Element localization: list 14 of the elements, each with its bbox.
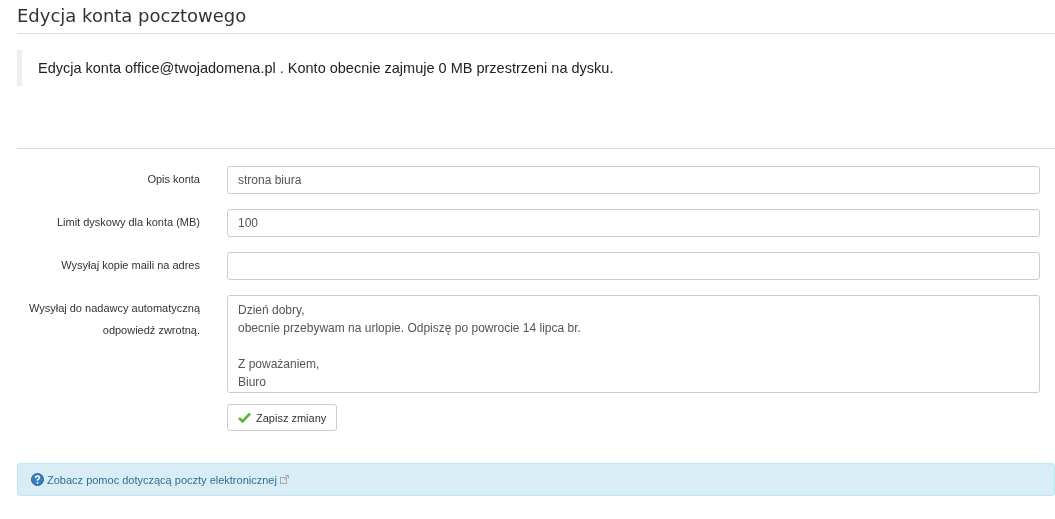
help-link[interactable]: Zobacz pomoc dotyczącą poczty elektronicznej — [47, 473, 277, 486]
external-link-icon — [279, 475, 289, 484]
input-field[interactable]: strona biura — [227, 166, 1040, 194]
check-icon — [238, 412, 251, 423]
notice-text: Edycja konta office@twojadomena.pl . Konto obecnie zajmuje 0 MB przestrzeni na dysku. — [38, 60, 614, 76]
field-label: Limit dyskowy dla konta (MB) — [55, 215, 200, 230]
field-label: Wysyłaj do nadawcy automatyczną odpowiedź zwrotną. — [27, 301, 200, 338]
input-field[interactable]: 100 — [227, 209, 1040, 237]
help-icon — [31, 473, 44, 486]
field-label: Wysyłaj kopie maili na adres — [60, 258, 200, 273]
save-button[interactable]: Zapisz zmiany — [227, 404, 338, 431]
text-area[interactable]: Dzień dobry, obecnie przebywam na urlopie. Odpiszę po powrocie 14 lipca br. Z poważaniem, Biuro — [227, 295, 1040, 393]
page-title: Edycja konta pocztowego — [17, 0, 1055, 34]
field-label: Opis konta — [146, 172, 200, 187]
